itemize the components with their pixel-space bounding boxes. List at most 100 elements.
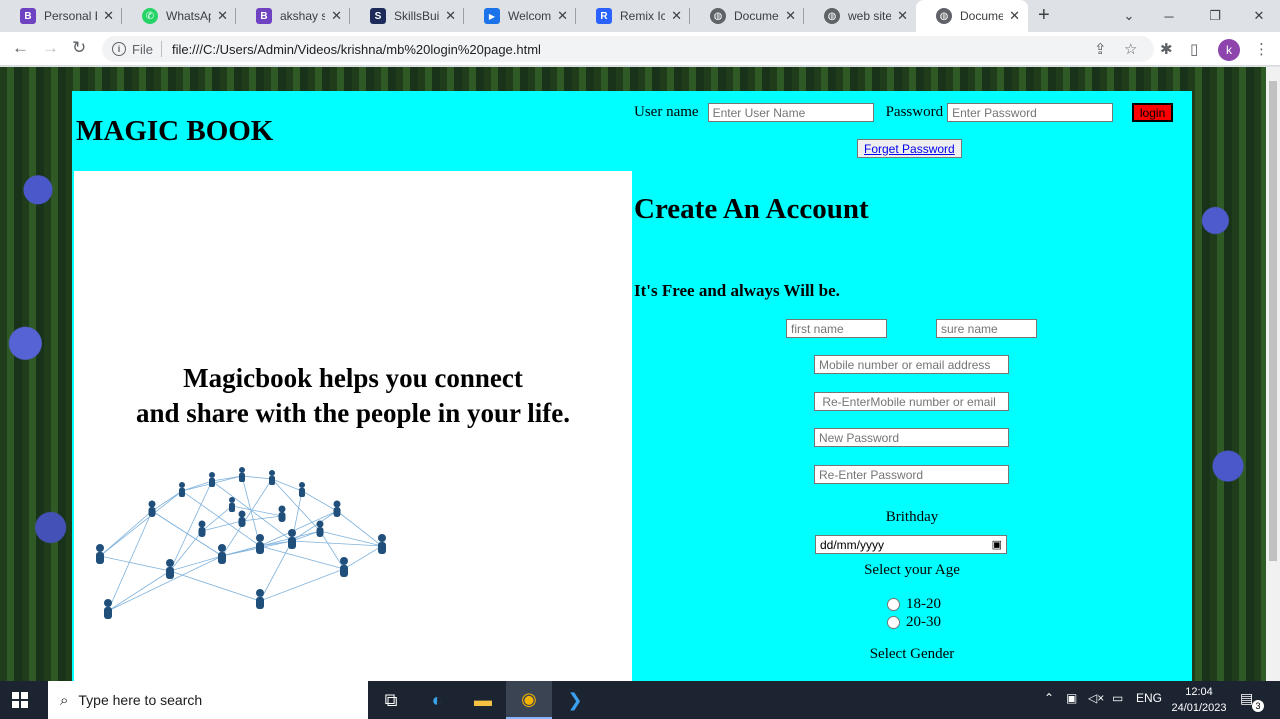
create-account-heading: Create An Account [634, 193, 869, 225]
windows-start-icon[interactable] [12, 692, 28, 708]
skillsbuild-icon: S [370, 8, 386, 24]
bookmark-star-icon[interactable]: ☆ [1124, 40, 1137, 58]
taskbar-search-box[interactable]: ⌕ Type here to search [48, 681, 368, 719]
login-form: User name Password login [634, 103, 1174, 122]
brand-title: MAGIC BOOK [76, 115, 274, 147]
meet-now-icon[interactable]: ▣ [1066, 691, 1077, 705]
tab-akshay[interactable]: B akshay sur ✕ [236, 0, 350, 32]
close-tab-icon[interactable]: ✕ [217, 8, 228, 24]
task-view-icon[interactable]: ⧉ [368, 681, 414, 719]
tagline-line-2: and share with the people in your life. [135, 398, 571, 428]
close-tab-icon[interactable]: ✕ [1009, 8, 1020, 24]
tab-personal-b[interactable]: B Personal B ✕ [0, 0, 122, 32]
back-icon[interactable]: ← [12, 38, 29, 58]
tab-welcome[interactable]: ▶ Welcome ✕ [464, 0, 576, 32]
forget-password-button[interactable]: Forget Password [857, 139, 962, 158]
birthday-date-input[interactable]: dd/mm/yyyy ▣ [815, 535, 1007, 554]
age-option-label: 20-30 [906, 614, 941, 630]
main-panel: MAGIC BOOK User name Password login Forg… [72, 91, 1192, 681]
language-indicator[interactable]: ENG [1136, 691, 1162, 705]
menu-dots-icon[interactable]: ⋮ [1254, 40, 1269, 58]
url-text[interactable]: file:///C:/Users/Admin/Videos/krishna/mb… [172, 42, 541, 57]
share-icon[interactable]: ⇪ [1094, 40, 1107, 58]
whatsapp-icon: ✆ [142, 8, 158, 24]
age-option-18-20[interactable]: 18-20 [887, 596, 941, 613]
tab-label: Personal B [44, 9, 98, 23]
new-password-input[interactable] [814, 428, 1009, 447]
tab-whatsapp[interactable]: ✆ WhatsApp ✕ [122, 0, 236, 32]
browser-toolbar: ← → ↻ i File file:///C:/Users/Admin/Vide… [0, 32, 1280, 66]
tab-label: web site tu [848, 9, 892, 23]
edge-icon[interactable]: ◐ [414, 681, 460, 719]
windows-taskbar: ⌕ Type here to search ⧉ ◐ ▬ ◉ ❯ ⌃ ▣ ◁× ▭… [0, 681, 1280, 719]
bootstrap-icon: B [20, 8, 36, 24]
tab-remix-icon[interactable]: R Remix Icon ✕ [576, 0, 690, 32]
username-label: User name [634, 104, 699, 120]
network-icon[interactable]: ▭ [1112, 691, 1123, 705]
page-viewport: MAGIC BOOK User name Password login Forg… [0, 67, 1266, 681]
reload-icon[interactable]: ↻ [72, 38, 86, 58]
tab-web-site[interactable]: ◍ web site tu ✕ [804, 0, 916, 32]
bootstrap-icon: B [256, 8, 272, 24]
close-tab-icon[interactable]: ✕ [445, 8, 456, 24]
mobile-email-input[interactable] [814, 355, 1009, 374]
chrome-icon[interactable]: ◉ [506, 681, 552, 719]
tab-strip: B Personal B ✕ ✆ WhatsApp ✕ B akshay sur… [0, 0, 1280, 32]
page-scrollbar[interactable] [1266, 67, 1280, 681]
close-tab-icon[interactable]: ✕ [897, 8, 908, 24]
tray-chevron-icon[interactable]: ⌃ [1044, 691, 1054, 705]
re-mobile-email-input[interactable] [814, 392, 1009, 411]
radio-button[interactable] [887, 598, 900, 611]
close-tab-icon[interactable]: ✕ [557, 8, 568, 24]
radio-button[interactable] [887, 616, 900, 629]
age-option-20-30[interactable]: 20-30 [887, 614, 941, 631]
scheme-label: File [132, 41, 153, 57]
tagline: Magicbook helps you connect and share wi… [74, 361, 632, 431]
password-input[interactable] [947, 103, 1114, 122]
close-tab-icon[interactable]: ✕ [103, 8, 114, 24]
tab-label: WhatsApp [166, 9, 211, 23]
new-tab-icon[interactable]: + [1038, 4, 1050, 27]
minimize-icon[interactable]: ─ [1146, 0, 1192, 32]
extensions-icon[interactable]: ✱ [1160, 40, 1173, 58]
username-input[interactable] [707, 103, 874, 122]
vscode-icon[interactable]: ❯ [552, 681, 598, 719]
people-network-image [96, 467, 386, 619]
calendar-icon[interactable]: ▣ [992, 538, 1002, 551]
forward-icon[interactable]: → [42, 38, 59, 58]
surname-input[interactable] [936, 319, 1037, 338]
scrollbar-thumb[interactable] [1269, 81, 1277, 561]
restore-icon[interactable]: ❐ [1192, 0, 1238, 32]
close-tab-icon[interactable]: ✕ [331, 8, 342, 24]
tab-skillsbuild[interactable]: S SkillsBuild ✕ [350, 0, 464, 32]
system-clock[interactable]: 12:04 24/01/2023 [1170, 684, 1228, 716]
login-button[interactable]: login [1132, 103, 1174, 122]
close-tab-icon[interactable]: ✕ [671, 8, 682, 24]
tab-label: Welcome [508, 9, 552, 23]
free-subtitle: It's Free and always Will be. [634, 281, 840, 300]
info-icon[interactable]: i [112, 42, 126, 56]
side-panel-icon[interactable]: ▯ [1190, 40, 1198, 58]
first-name-input[interactable] [786, 319, 887, 338]
tab-document-active[interactable]: ◍ Document ✕ [916, 0, 1028, 32]
profile-avatar[interactable]: k [1218, 39, 1240, 61]
age-label: Select your Age [864, 562, 960, 578]
gender-label: Select Gender [869, 646, 955, 662]
remix-icon: R [596, 8, 612, 24]
file-explorer-icon[interactable]: ▬ [460, 681, 506, 719]
address-bar[interactable]: i File file:///C:/Users/Admin/Videos/kri… [102, 36, 1154, 62]
globe-icon: ◍ [710, 8, 726, 24]
globe-icon: ◍ [936, 8, 952, 24]
tab-document-1[interactable]: ◍ Document ✕ [690, 0, 804, 32]
password-label: Password [885, 104, 944, 120]
volume-muted-icon[interactable]: ◁× [1088, 691, 1104, 705]
close-tab-icon[interactable]: ✕ [785, 8, 796, 24]
re-password-input[interactable] [814, 465, 1009, 484]
close-window-icon[interactable]: ✕ [1236, 0, 1280, 32]
clock-date: 24/01/2023 [1171, 702, 1227, 714]
globe-icon: ◍ [824, 8, 840, 24]
search-placeholder: Type here to search [78, 692, 203, 708]
clock-time: 12:04 [1185, 686, 1213, 698]
date-placeholder: dd/mm/yyyy [820, 537, 885, 552]
tab-label: Document [734, 9, 779, 23]
